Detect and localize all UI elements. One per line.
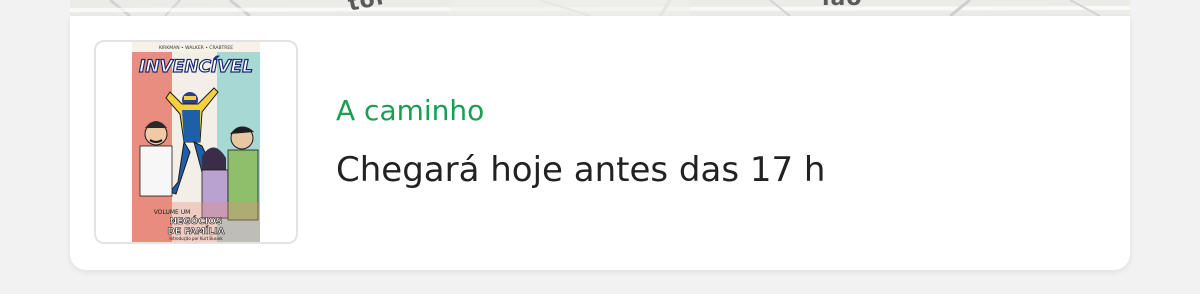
order-tracking-card[interactable]: KIRKMAN • WALKER • CRABTREE INVENCÍVEL V… xyxy=(70,16,1130,270)
cover-subtitle-1: NEGÓCIOS xyxy=(170,215,223,227)
cover-intro: Introdução por Kurt Busiek xyxy=(169,236,223,241)
map-street-label: ião xyxy=(822,0,863,11)
cover-title: INVENCÍVEL xyxy=(139,55,253,77)
delivery-eta: Chegará hoje antes das 17 h xyxy=(336,150,826,190)
cover-credits: KIRKMAN • WALKER • CRABTREE xyxy=(159,45,233,51)
product-thumbnail[interactable]: KIRKMAN • WALKER • CRABTREE INVENCÍVEL V… xyxy=(94,40,298,244)
book-cover-image: KIRKMAN • WALKER • CRABTREE INVENCÍVEL V… xyxy=(132,42,260,242)
cover-volume: VOLUME UM xyxy=(154,209,191,216)
map-roads xyxy=(70,0,1130,16)
delivery-status: A caminho xyxy=(336,94,485,127)
map-preview[interactable]: tor ião xyxy=(70,0,1130,16)
